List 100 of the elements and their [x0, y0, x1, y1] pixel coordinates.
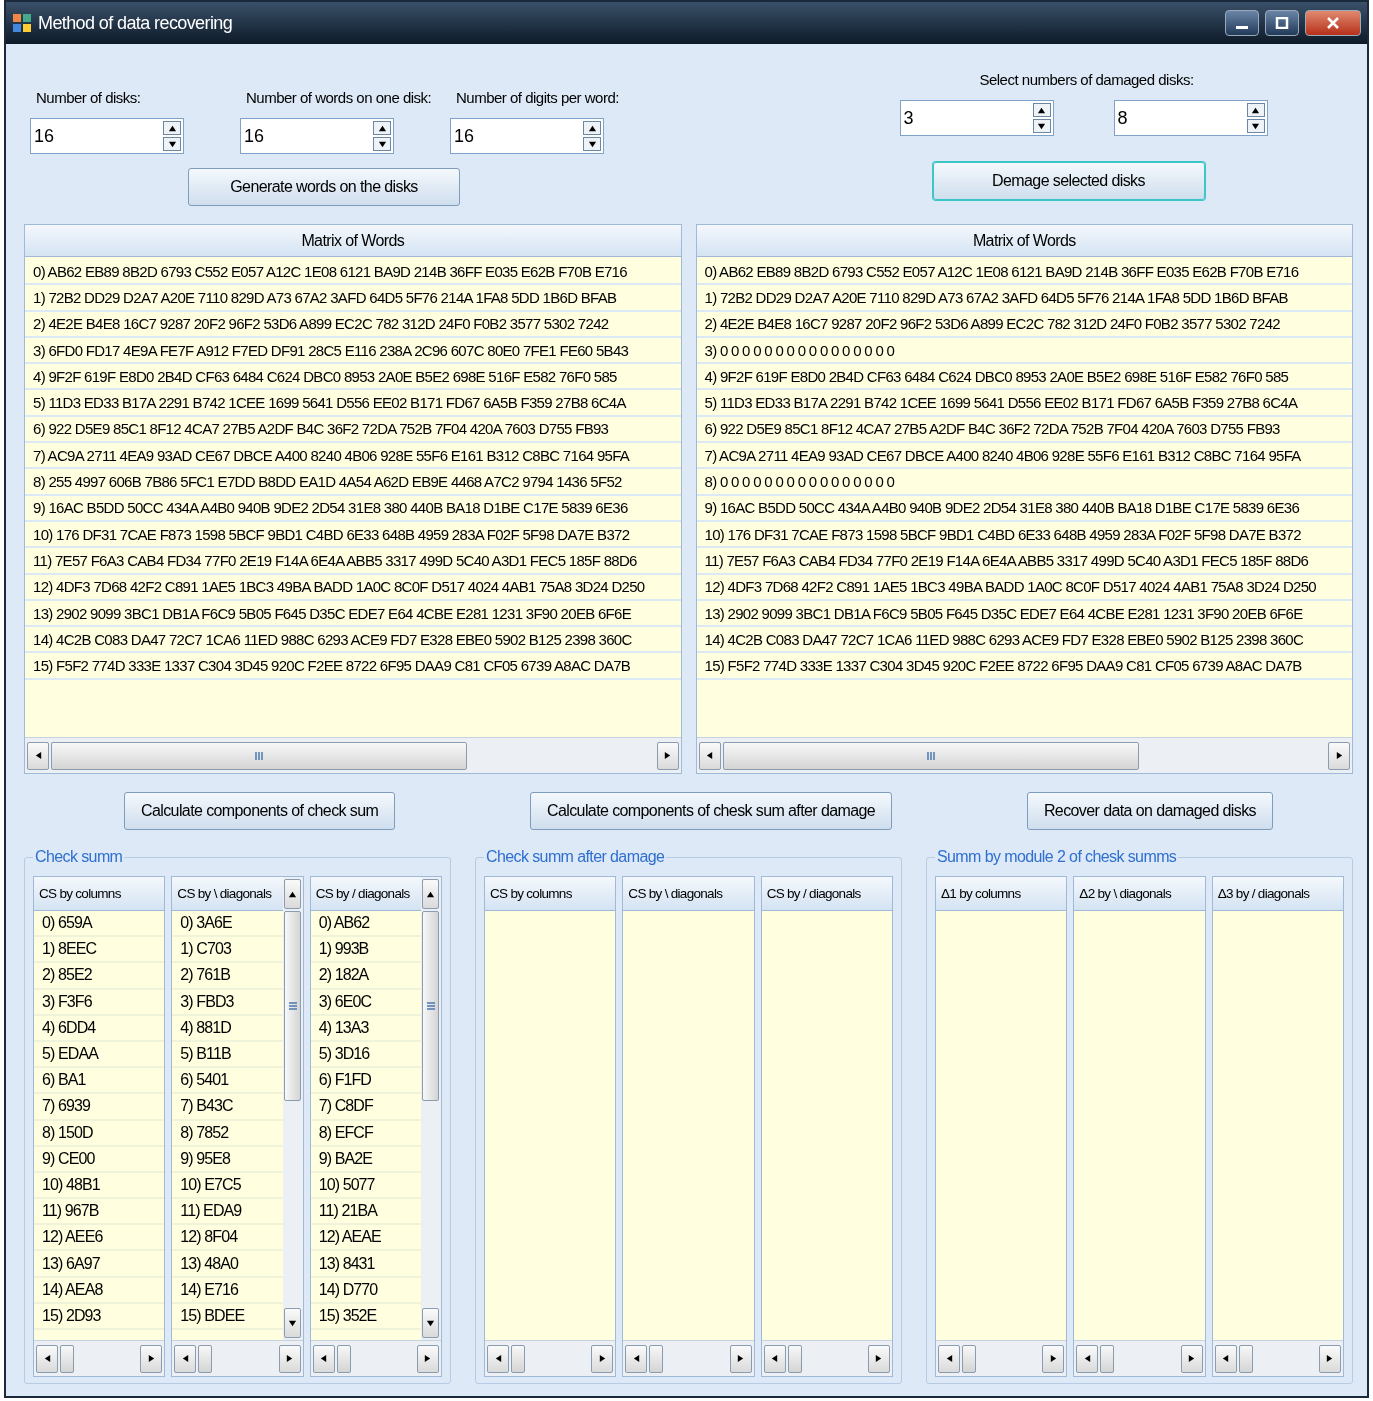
column-header[interactable]: Matrix of Words: [25, 225, 681, 257]
list-box[interactable]: CS by \ diagonals 0) 3A6E 1) C703 2) 761B 3) FBD3 4) 881D 5) B11B 6) 5401 7) B43C 8) 7852 9) 95E8 10) E7C5 11) EDA9 12) 8F04 13) 48A0 14) E716 15) BDEE: [171, 876, 304, 1377]
scrollbar-thumb[interactable]: [787, 1344, 802, 1373]
scroll-left-button[interactable]: [763, 1344, 786, 1373]
column-header[interactable]: CS by columns: [34, 877, 165, 911]
matrix-row[interactable]: 6) 922 D5E9 85C1 8F12 4CA7 27B5 A2DF B4C 36F2 72DA 752B 7F04 420A 7603 D755 FB93: [25, 416, 681, 444]
number-field[interactable]: 16: [450, 118, 604, 154]
column-header[interactable]: CS by / diagonals: [761, 877, 892, 911]
vertical-scrollbar[interactable]: [282, 877, 303, 1340]
matrix-row[interactable]: 2) 4E2E B4E8 16C7 9287 20F2 96F2 53D6 A899 EC2C 782 312D 24F0 F0B2 3577 5302 7242: [696, 311, 1352, 338]
matrix-row[interactable]: 0) AB62 EB89 8B2D 6793 C552 E057 A12C 1E08 6121 BA9D 214B 36FF E035 E62B F70B E716: [25, 259, 681, 286]
matrix-row[interactable]: 13) 2902 9099 3BC1 DB1A F6C9 5B05 F645 D35C EDE7 E64 4CBE E281 1231 3F90 20EB 6F6E: [25, 600, 681, 628]
maximize-button[interactable]: [1265, 10, 1299, 36]
matrix-row[interactable]: 8) 255 4997 606B 7B86 5FC1 E7DD B8DD EA1D 4A54 A62D EB9E 4468 A7C2 9794 1436 5F52: [25, 469, 681, 496]
matrix-row[interactable]: 1) 72B2 DD29 D2A7 A20E 7110 829D A73 67A2 3AFD 64D5 5F76 214A 1FA8 5DD 1B6D BFAB: [25, 285, 681, 312]
list-item[interactable]: 6) BA1: [34, 1068, 165, 1095]
scrollbar-thumb[interactable]: [722, 741, 1139, 770]
horizontal-scrollbar[interactable]: [34, 1340, 165, 1376]
matrix-row[interactable]: 15) F5F2 774D 333E 1337 C304 3D45 920C F2EE 8722 6F95 DAA9 C81 CF05 6739 A8AC DA7B: [696, 653, 1352, 680]
minimize-button[interactable]: [1225, 10, 1259, 36]
horizontal-scrollbar[interactable]: [1212, 1340, 1343, 1376]
scroll-up-button[interactable]: [422, 879, 440, 909]
horizontal-scrollbar[interactable]: [25, 737, 681, 773]
number-field[interactable]: 8: [1113, 100, 1268, 136]
scroll-left-button[interactable]: [174, 1344, 197, 1373]
scroll-right-button[interactable]: [278, 1344, 301, 1373]
scroll-left-button[interactable]: [625, 1344, 648, 1373]
generate-button[interactable]: Generate words on the disks: [188, 168, 460, 206]
scrollbar-thumb[interactable]: [1238, 1344, 1253, 1373]
scrollbar-thumb[interactable]: [198, 1344, 213, 1373]
spin-up-button[interactable]: [373, 121, 391, 135]
scrollbar-thumb[interactable]: [60, 1344, 74, 1373]
scroll-down-button[interactable]: [422, 1308, 440, 1338]
action-button[interactable]: Calculate components of chesk sum after damage: [530, 792, 893, 830]
scrollbar-thumb[interactable]: [962, 1344, 976, 1373]
spin-down-button[interactable]: [373, 137, 391, 151]
scroll-right-button[interactable]: [868, 1344, 890, 1373]
close-button[interactable]: [1305, 10, 1361, 36]
column-header[interactable]: CS by columns: [485, 877, 616, 911]
matrix-row[interactable]: 4) 9F2F 619F E8D0 2B4D CF63 6484 C624 DBC0 8953 2A0E B5E2 698E 516F E582 76F0 585: [696, 364, 1352, 391]
matrix-row[interactable]: 12) 4DF3 7D68 42F2 C891 1AE5 1BC3 49BA BADD 1A0C 8C0F D517 4024 4AB1 75A8 3D24 D250: [25, 574, 681, 601]
scroll-left-button[interactable]: [1214, 1344, 1237, 1373]
scroll-left-button[interactable]: [312, 1344, 335, 1373]
column-header[interactable]: CS by / diagonals: [310, 877, 421, 911]
list-box[interactable]: Δ3 by / diagonals: [1211, 876, 1344, 1377]
list-item[interactable]: 11) 967B: [34, 1199, 165, 1226]
list-item[interactable]: 12) AEE6: [34, 1225, 165, 1252]
matrix-row[interactable]: 4) 9F2F 619F E8D0 2B4D CF63 6484 C624 DBC0 8953 2A0E B5E2 698E 516F E582 76F0 585: [25, 364, 681, 391]
matrix-row[interactable]: 10) 176 DF31 7CAE F873 1598 5BCF 9BD1 C4BD 6E33 648B 4959 283A F02F 5F98 DA7E B372: [25, 521, 681, 549]
matrix-row[interactable]: 3) 6FD0 FD17 4E9A FE7F A912 F7ED DF91 28C5 E116 238A 2C96 607C 80E0 7FE1 FE60 5B43: [25, 337, 681, 365]
list-box[interactable]: Δ2 by \ diagonals: [1073, 876, 1206, 1377]
list-item[interactable]: 13) 6A97: [34, 1251, 165, 1278]
column-header[interactable]: Δ1 by columns: [936, 877, 1067, 911]
spin-down-button[interactable]: [1032, 119, 1051, 133]
matrix-row[interactable]: 7) AC9A 2711 4EA9 93AD CE67 DBCE A400 8240 4B06 928E 55F6 E161 B312 C8BC 7164 95FA: [696, 443, 1352, 470]
horizontal-scrollbar[interactable]: [936, 1340, 1067, 1376]
spin-up-button[interactable]: [1032, 103, 1051, 117]
number-field[interactable]: 3: [899, 100, 1054, 136]
horizontal-scrollbar[interactable]: [696, 737, 1352, 773]
list-box[interactable]: CS by \ diagonals: [622, 876, 755, 1377]
matrix-row[interactable]: 8) 0 0 0 0 0 0 0 0 0 0 0 0 0 0 0 0: [696, 469, 1352, 496]
scroll-right-button[interactable]: [1180, 1344, 1203, 1373]
scrollbar-thumb[interactable]: [51, 741, 467, 770]
matrix-row[interactable]: 13) 2902 9099 3BC1 DB1A F6C9 5B05 F645 D35C EDE7 E64 4CBE E281 1231 3F90 20EB 6F6E: [696, 600, 1352, 628]
matrix-row[interactable]: 2) 4E2E B4E8 16C7 9287 20F2 96F2 53D6 A899 EC2C 782 312D 24F0 F0B2 3577 5302 7242: [25, 311, 681, 338]
matrix-row[interactable]: 15) F5F2 774D 333E 1337 C304 3D45 920C F2EE 8722 6F95 DAA9 C81 CF05 6739 A8AC DA7B: [25, 653, 681, 680]
matrix-row[interactable]: 14) 4C2B C083 DA47 72C7 1CA6 11ED 988C 6293 ACE9 FD7 E328 EBE0 5902 B125 2398 360C: [696, 627, 1352, 654]
list-item[interactable]: 15) 2D93: [34, 1303, 165, 1330]
horizontal-scrollbar[interactable]: [310, 1340, 441, 1376]
list-box[interactable]: CS by / diagonals 0) AB62 1) 993B 2) 182A 3) 6E0C 4) 13A3 5) 3D16 6) F1FD 7) C8DF 8) EFCF 9) BA2E 10) 5077 11) 21BA 12) AEAE 13) 8431 14) D770 15) 352E: [309, 876, 442, 1377]
matrix-row[interactable]: 5) 11D3 ED33 B17A 2291 B742 1CEE 1699 5641 D556 EE02 B171 FD67 6A5B F359 27B8 6C4A: [25, 390, 681, 417]
list-item[interactable]: 1) 8EEC: [34, 937, 165, 964]
action-button[interactable]: Recover data on damaged disks: [1026, 792, 1273, 830]
number-field[interactable]: 16: [240, 118, 394, 154]
scroll-left-button[interactable]: [698, 741, 721, 770]
scroll-right-button[interactable]: [1042, 1344, 1065, 1373]
scrollbar-thumb[interactable]: [284, 911, 302, 1101]
scrollbar-thumb[interactable]: [649, 1344, 664, 1373]
list-item[interactable]: 3) F3F6: [34, 989, 165, 1016]
scroll-right-button[interactable]: [1328, 741, 1350, 770]
horizontal-scrollbar[interactable]: [1074, 1340, 1205, 1376]
scroll-down-button[interactable]: [284, 1308, 302, 1338]
scrollbar-thumb[interactable]: [336, 1344, 351, 1373]
number-field[interactable]: 16: [30, 118, 184, 154]
spin-down-button[interactable]: [1246, 119, 1265, 133]
matrix-row[interactable]: 3) 0 0 0 0 0 0 0 0 0 0 0 0 0 0 0 0: [696, 337, 1352, 365]
spin-up-button[interactable]: [163, 121, 181, 135]
column-header[interactable]: CS by \ diagonals: [172, 877, 283, 911]
scroll-left-button[interactable]: [1076, 1344, 1099, 1373]
scroll-right-button[interactable]: [417, 1344, 439, 1373]
scroll-right-button[interactable]: [729, 1344, 752, 1373]
column-header[interactable]: Δ3 by / diagonals: [1212, 877, 1343, 911]
scroll-left-button[interactable]: [36, 1344, 58, 1373]
horizontal-scrollbar[interactable]: [485, 1340, 616, 1376]
scroll-left-button[interactable]: [27, 741, 49, 770]
list-item[interactable]: 2) 85E2: [34, 963, 165, 990]
list-item[interactable]: 5) EDAA: [34, 1041, 165, 1069]
scroll-right-button[interactable]: [591, 1344, 614, 1373]
column-header[interactable]: Matrix of Words: [696, 225, 1352, 257]
damage-button[interactable]: Demage selected disks: [932, 162, 1205, 200]
